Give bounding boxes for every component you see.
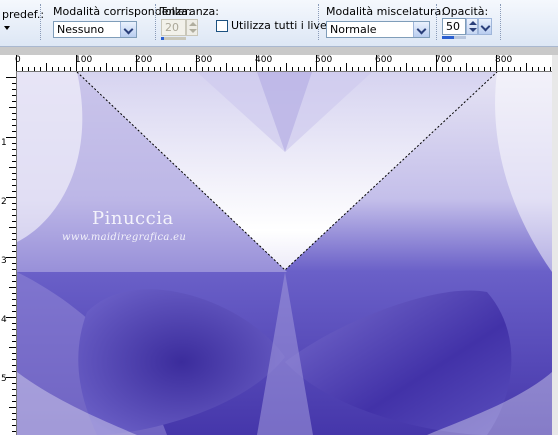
opacity-dropdown-button[interactable] — [478, 18, 492, 35]
opacity-dropdown[interactable] — [478, 18, 492, 35]
ruler-label: 1 — [1, 138, 7, 148]
ruler-label: 200 — [135, 55, 153, 65]
ruler-label: 500 — [315, 55, 333, 65]
tolerance-label: Tolleranza: — [160, 5, 219, 18]
toolbar-separator — [40, 4, 41, 40]
toolbar-separator — [500, 4, 501, 40]
ruler-label: 600 — [375, 55, 393, 65]
preset-dropdown-arrow[interactable] — [4, 26, 10, 30]
opacity-value: 50 — [446, 20, 460, 33]
tolerance-spinner[interactable] — [186, 19, 198, 36]
blend-mode-label: Modalità miscelatura: — [326, 5, 445, 18]
ruler-label: 700 — [435, 55, 453, 65]
vertical-scrollbar[interactable] — [552, 55, 558, 435]
tolerance-input[interactable]: 20 — [161, 19, 186, 36]
ruler-label: 100 — [75, 55, 93, 65]
image-canvas[interactable]: Pinuccia www.maidiregrafica.eu — [17, 72, 552, 435]
opacity-spinner[interactable] — [466, 18, 478, 35]
toolbar-separator — [155, 4, 156, 40]
watermark-name: Pinuccia — [92, 208, 174, 229]
ruler-label: 300 — [195, 55, 213, 65]
ruler-label: 5 — [1, 374, 7, 384]
chevron-down-icon — [123, 24, 134, 35]
blend-mode-dropdown-button[interactable] — [413, 22, 429, 37]
horizontal-ruler: 0 100 200 300 400 500 600 700 800 — [0, 55, 558, 72]
ruler-label: 400 — [255, 55, 273, 65]
tool-options-toolbar: predef.: Modalità corrispondenza: Nessun… — [0, 0, 558, 47]
ruler-label: 4 — [1, 315, 7, 325]
toolbar-separator — [436, 4, 437, 40]
preset-label: predef.: — [2, 8, 45, 21]
use-all-layers-label: Utilizza tutti i livelli — [231, 19, 336, 32]
ruler-label: 2 — [1, 197, 7, 207]
match-mode-select[interactable]: Nessuno — [53, 21, 137, 38]
blend-mode-value: Normale — [330, 23, 377, 36]
ruler-label: 0 — [15, 55, 21, 65]
vertical-ruler: 1 2 3 4 5 — [0, 71, 17, 435]
blend-mode-select[interactable]: Normale — [326, 21, 430, 38]
opacity-input[interactable]: 50 — [442, 18, 466, 35]
opacity-label: Opacità: — [442, 5, 489, 18]
watermark-url: www.maidiregrafica.eu — [62, 232, 187, 243]
ruler-label: 800 — [495, 55, 513, 65]
chevron-down-icon — [416, 24, 427, 35]
tolerance-slider-bar[interactable] — [161, 37, 186, 40]
ruler-label: 3 — [1, 256, 7, 266]
canvas-artwork — [17, 72, 552, 435]
opacity-slider-bar[interactable] — [442, 36, 466, 39]
toolbar-separator — [318, 4, 319, 40]
match-mode-value: Nessuno — [57, 23, 105, 36]
chevron-down-icon — [480, 21, 491, 32]
match-mode-dropdown-button[interactable] — [120, 22, 136, 37]
tolerance-value: 20 — [165, 21, 179, 34]
use-all-layers-checkbox[interactable] — [216, 20, 228, 32]
